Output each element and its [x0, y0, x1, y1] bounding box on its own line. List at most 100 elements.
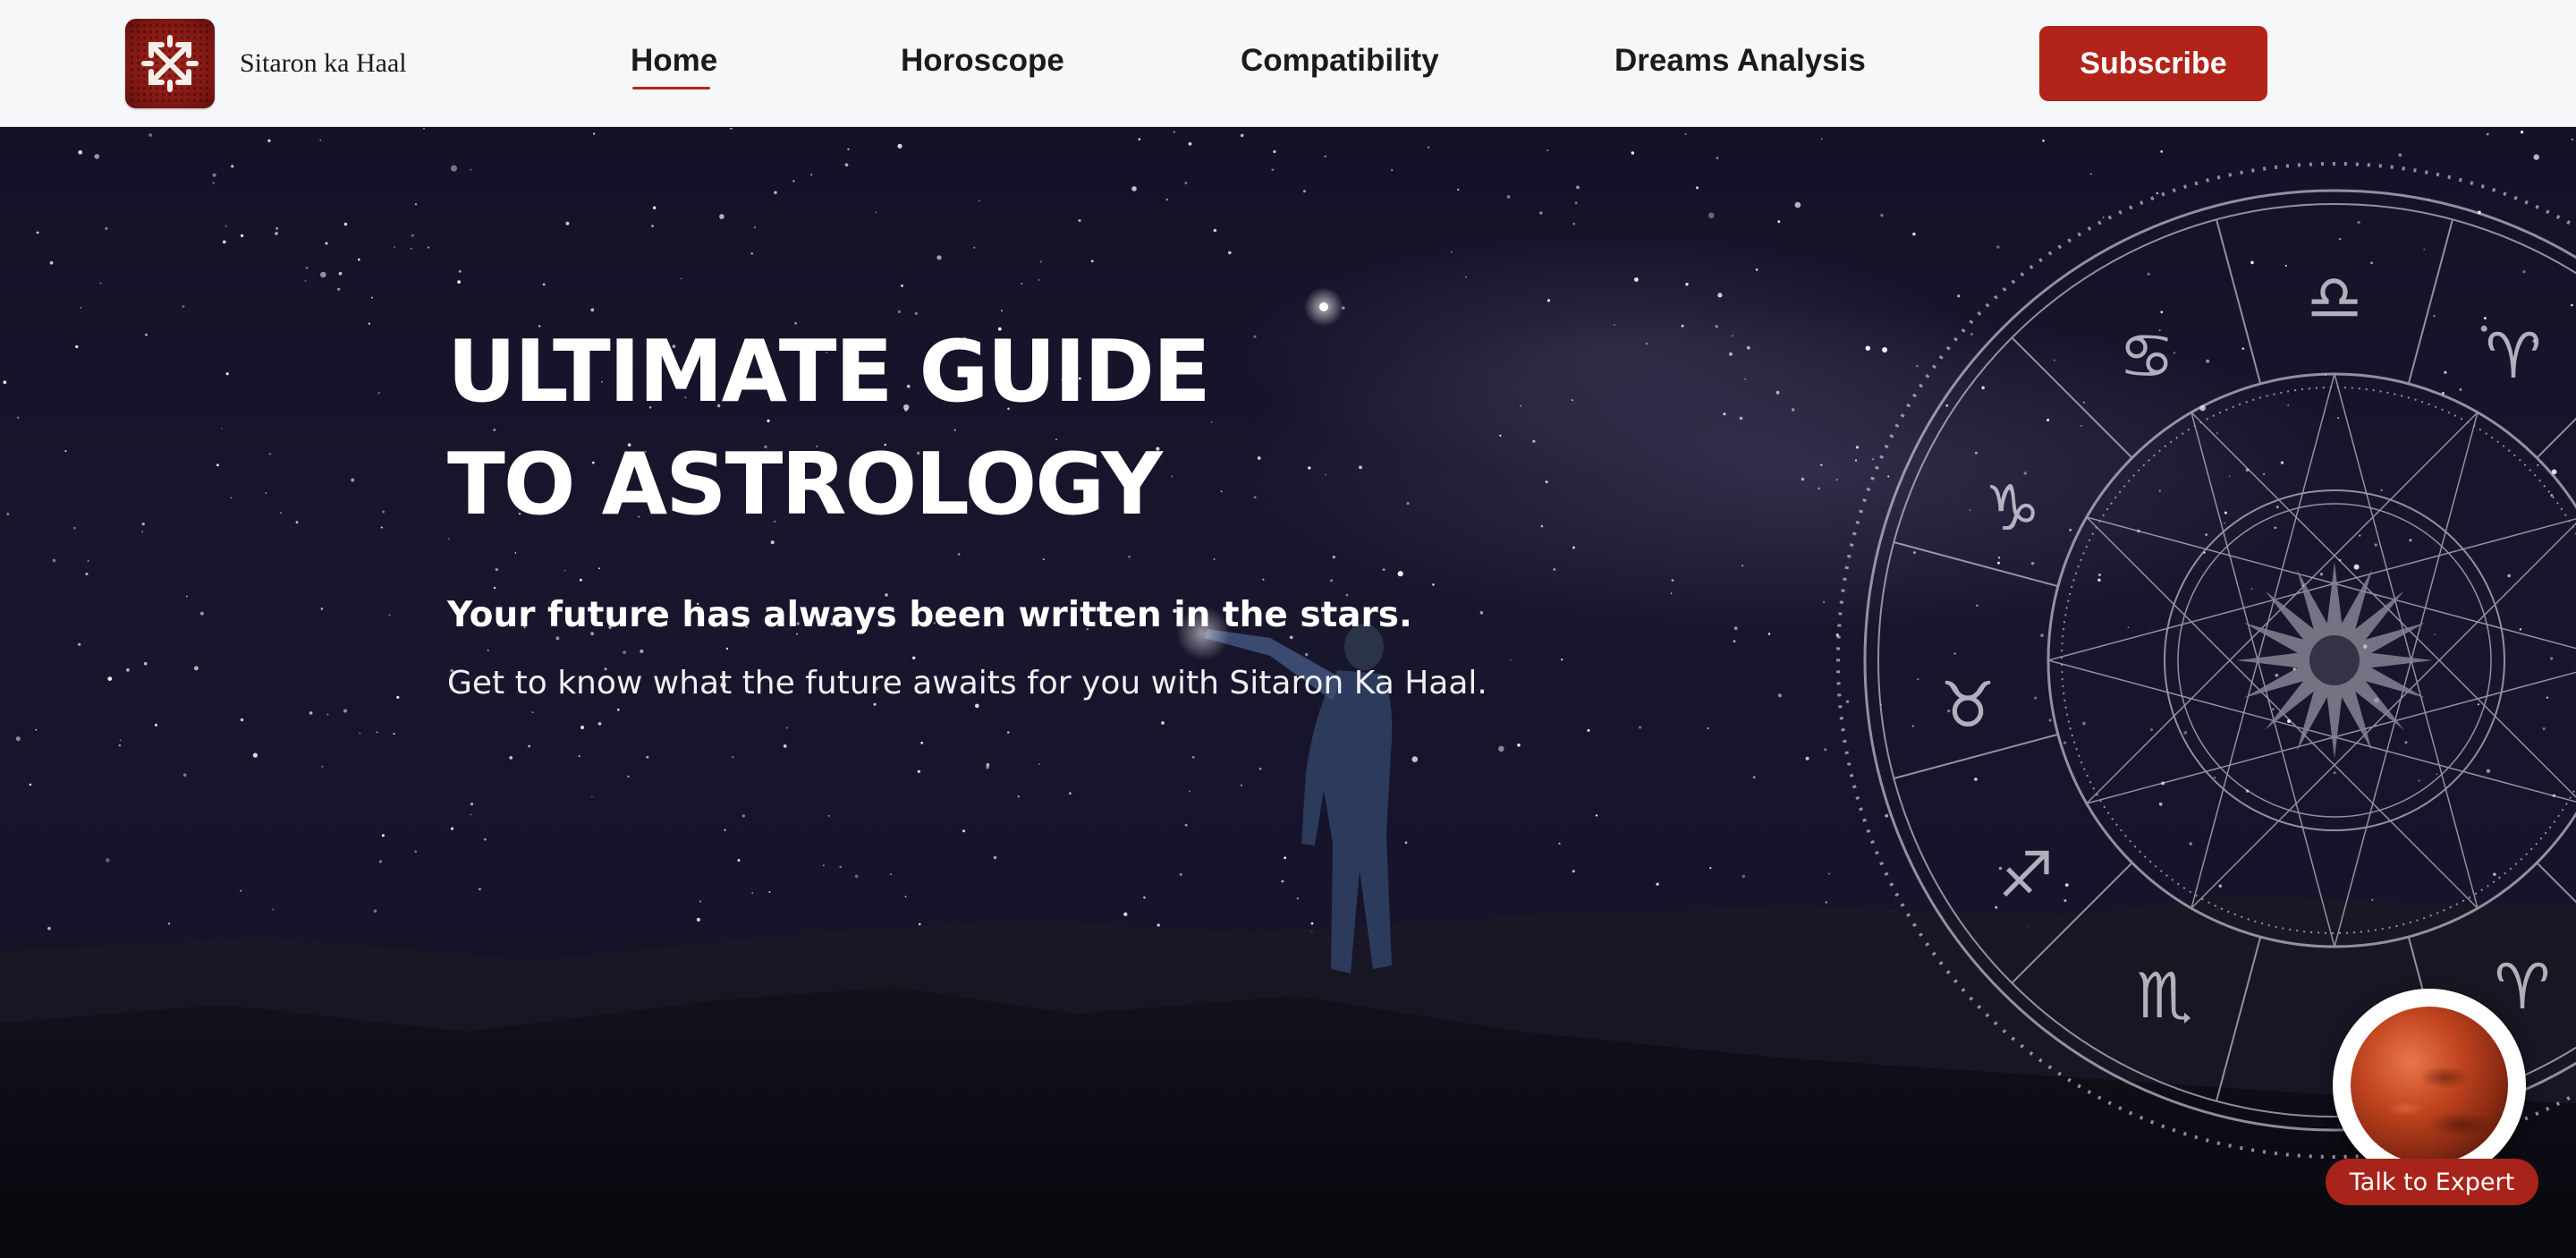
- star: [2069, 529, 2072, 531]
- star: [920, 741, 924, 744]
- star: [141, 531, 144, 533]
- star: [1539, 211, 1543, 215]
- star: [1179, 873, 1182, 876]
- star: [1558, 842, 1561, 845]
- star: [487, 650, 489, 651]
- star: [2250, 588, 2253, 590]
- star: [1741, 874, 1746, 879]
- star: [2275, 506, 2279, 509]
- star: [2272, 708, 2275, 710]
- star: [1646, 343, 1648, 344]
- star: [1382, 568, 1385, 571]
- star: [1880, 214, 1884, 217]
- star: [2030, 562, 2035, 565]
- star: [2434, 633, 2436, 635]
- star: [1755, 268, 1758, 271]
- star: [2160, 310, 2164, 314]
- star: [368, 322, 370, 325]
- star: [2533, 154, 2539, 160]
- star: [484, 838, 487, 841]
- star: [1308, 466, 1311, 470]
- subscribe-button[interactable]: Subscribe: [2039, 26, 2267, 101]
- star: [1854, 459, 1858, 462]
- star: [1213, 558, 1216, 560]
- talk-to-expert-widget[interactable]: Talk to Expert: [2326, 989, 2540, 1212]
- star: [1006, 731, 1010, 734]
- star: [470, 803, 474, 806]
- star: [1707, 727, 1709, 729]
- star: [993, 855, 997, 860]
- star: [495, 568, 498, 572]
- star: [1572, 870, 1575, 873]
- star: [145, 333, 148, 336]
- star: [493, 586, 496, 590]
- star: [1917, 678, 1919, 681]
- star: [382, 510, 385, 514]
- star: [1794, 201, 1801, 208]
- nav-home[interactable]: Home: [631, 43, 717, 89]
- star: [2147, 272, 2150, 276]
- star: [653, 206, 657, 209]
- star: [182, 305, 185, 308]
- logo-icon[interactable]: [125, 19, 215, 108]
- star: [1825, 901, 1827, 904]
- star: [1128, 555, 1131, 558]
- star: [1330, 579, 1334, 582]
- star: [337, 287, 341, 291]
- star: [2550, 494, 2554, 497]
- star: [370, 296, 373, 299]
- star: [1038, 763, 1040, 765]
- star: [99, 282, 102, 285]
- star: [1945, 404, 1949, 407]
- nav-dreams-analysis[interactable]: Dreams Analysis: [1614, 43, 1866, 79]
- star: [1732, 335, 1734, 337]
- stars: [3, 128, 2573, 933]
- talk-to-expert-button[interactable]: Talk to Expert: [2326, 1159, 2538, 1205]
- star: [2034, 696, 2038, 700]
- star: [1240, 133, 1244, 138]
- star: [1572, 546, 1575, 549]
- brand-name[interactable]: Sitaron ka Haal: [240, 48, 407, 79]
- star: [267, 139, 271, 142]
- star: [2158, 802, 2163, 806]
- star: [725, 647, 729, 650]
- star: [509, 756, 513, 760]
- star: [1464, 276, 1467, 278]
- star: [719, 214, 724, 219]
- star: [1576, 185, 1580, 190]
- planet-avatar[interactable]: [2333, 989, 2526, 1182]
- nav-horoscope[interactable]: Horoscope: [901, 43, 1064, 79]
- star: [1747, 345, 1750, 350]
- star: [377, 392, 380, 395]
- star: [1517, 744, 1521, 747]
- star: [1021, 283, 1023, 285]
- star: [2097, 578, 2101, 582]
- star: [1184, 823, 1188, 827]
- star: [470, 813, 472, 816]
- star: [875, 211, 877, 214]
- star: [222, 240, 226, 244]
- star: [1911, 725, 1914, 727]
- star: [1656, 882, 1659, 886]
- star: [1744, 378, 1747, 380]
- star: [1289, 635, 1293, 640]
- star: [890, 873, 892, 875]
- star: [528, 744, 530, 748]
- star: [212, 182, 215, 184]
- star: [1696, 186, 1699, 190]
- star: [1974, 451, 1978, 455]
- star: [2046, 419, 2050, 421]
- star: [2080, 425, 2082, 427]
- star: [1775, 390, 1780, 395]
- star: [1865, 345, 1870, 351]
- star: [470, 168, 472, 171]
- star: [1739, 416, 1743, 421]
- star: [1953, 652, 1956, 655]
- star: [1997, 557, 2001, 559]
- star: [64, 450, 67, 453]
- star: [75, 344, 79, 349]
- star: [2398, 153, 2402, 157]
- star: [2127, 626, 2130, 629]
- star: [1157, 923, 1160, 927]
- nav-compatibility[interactable]: Compatibility: [1241, 43, 1439, 79]
